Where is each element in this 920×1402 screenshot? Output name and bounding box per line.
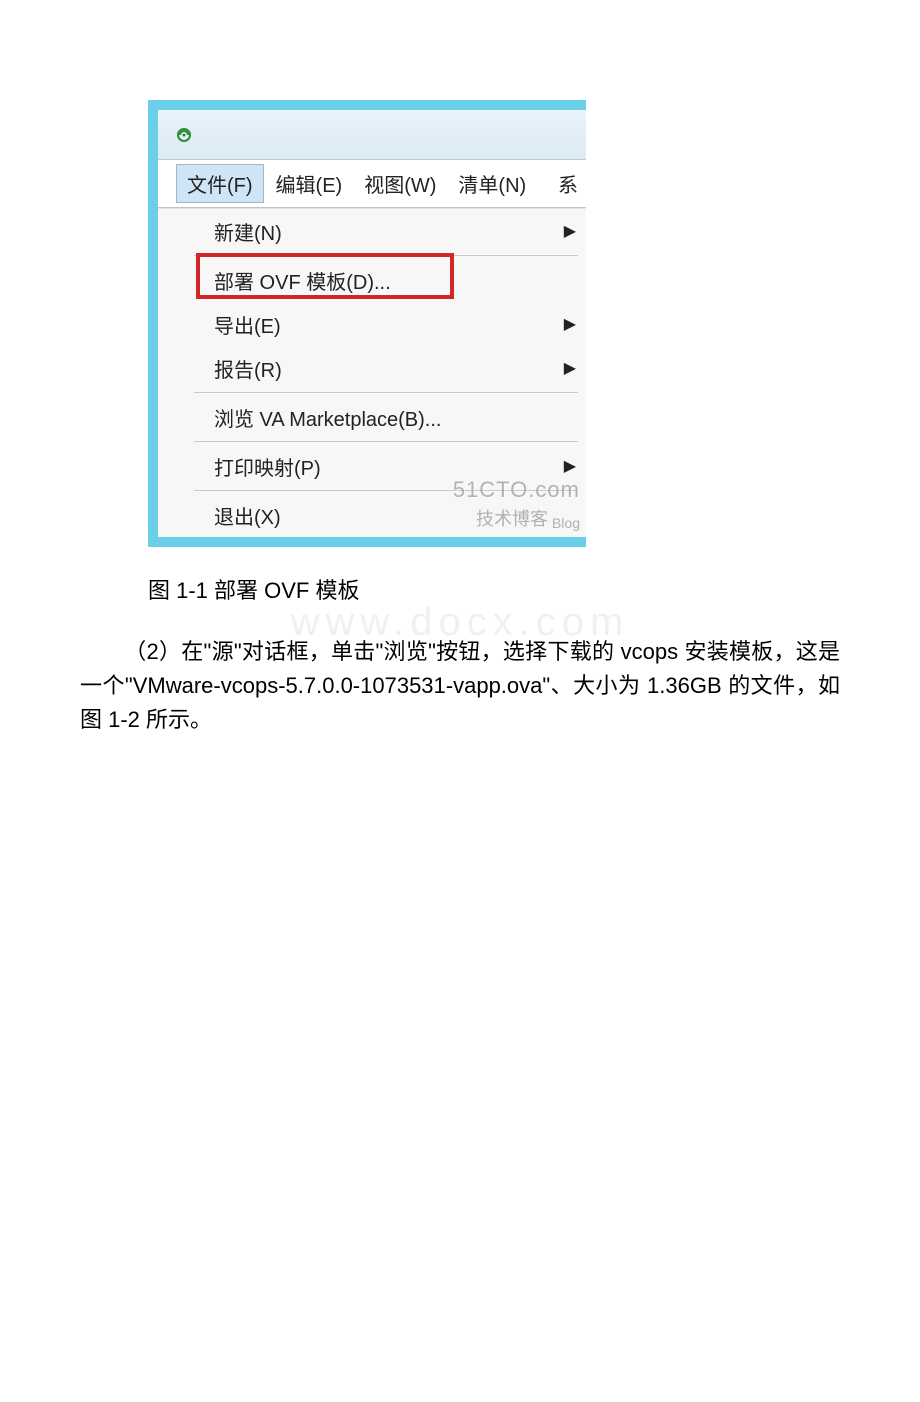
body-paragraph: （2）在"源"对话框，单击"浏览"按钮，选择下载的 vcops 安装模板，这是一… — [80, 635, 840, 737]
menubar-edit[interactable]: 编辑(E) — [266, 165, 353, 202]
figure-caption: 图 1-1 部署 OVF 模板 — [148, 573, 920, 605]
menu-item-label: 报告(R) — [214, 354, 586, 383]
menu-item-label: 部署 OVF 模板(D)... — [214, 266, 586, 295]
menubar-tail-truncated: 系 — [548, 165, 578, 202]
menu-item-print-maps[interactable]: 打印映射(P) ▶ — [214, 444, 586, 488]
chevron-right-icon: ▶ — [564, 358, 576, 378]
menu-item-label: 新建(N) — [214, 217, 586, 246]
chevron-right-icon: ▶ — [564, 221, 576, 241]
paragraph-text: （2）在"源"对话框，单击"浏览"按钮，选择下载的 vcops 安装模板，这是一… — [80, 639, 840, 732]
vsphere-screenshot: 文件(F) 编辑(E) 视图(W) 清单(N) 系 新建(N) ▶ 部署 OVF… — [148, 100, 586, 547]
menu-item-label: 退出(X) — [214, 501, 586, 530]
menu-item-deploy-ovf[interactable]: 部署 OVF 模板(D)... — [214, 258, 586, 302]
menu-separator — [194, 255, 578, 256]
menu-separator — [194, 392, 578, 393]
file-menu-dropdown: 新建(N) ▶ 部署 OVF 模板(D)... 导出(E) ▶ 报告(R) ▶ … — [158, 208, 586, 537]
menu-separator — [194, 490, 578, 491]
menubar-inventory[interactable]: 清单(N) — [448, 165, 536, 202]
menubar-file[interactable]: 文件(F) — [176, 164, 264, 203]
menu-item-export[interactable]: 导出(E) ▶ — [214, 302, 586, 346]
menu-separator — [194, 441, 578, 442]
menu-item-new[interactable]: 新建(N) ▶ — [214, 209, 586, 253]
chevron-right-icon: ▶ — [564, 456, 576, 476]
chevron-right-icon: ▶ — [564, 314, 576, 334]
menu-item-exit[interactable]: 退出(X) — [214, 493, 586, 537]
vsphere-app-icon — [174, 125, 194, 145]
menubar-view[interactable]: 视图(W) — [354, 165, 446, 202]
menu-item-browse-marketplace[interactable]: 浏览 VA Marketplace(B)... — [214, 395, 586, 439]
menu-item-label: 打印映射(P) — [214, 452, 586, 481]
menu-item-label: 导出(E) — [214, 310, 586, 339]
menu-item-report[interactable]: 报告(R) ▶ — [214, 346, 586, 390]
menu-item-label: 浏览 VA Marketplace(B)... — [214, 403, 586, 432]
menubar: 文件(F) 编辑(E) 视图(W) 清单(N) 系 — [158, 160, 586, 208]
window-titlebar — [158, 110, 586, 160]
